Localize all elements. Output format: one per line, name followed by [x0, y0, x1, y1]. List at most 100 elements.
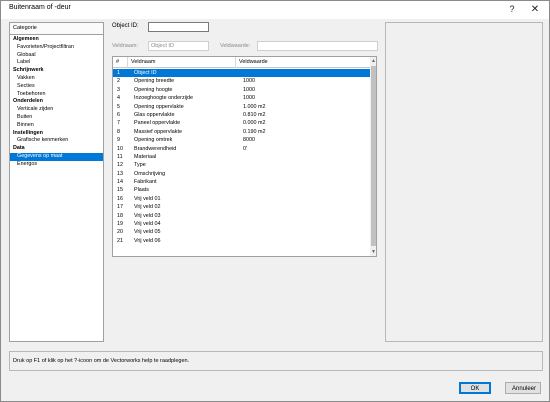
row-veldnaam: Opening hoogte	[134, 86, 173, 93]
cancel-button[interactable]: Annuleer	[505, 382, 541, 394]
veldwaarde-input[interactable]	[257, 41, 378, 51]
table-row[interactable]: 11 Materiaal	[113, 153, 370, 161]
table-scrollbar[interactable]: ▲ ▼	[370, 57, 376, 256]
table-row[interactable]: 21 Vrij veld 06	[113, 237, 370, 245]
row-veldnaam: Materiaal	[134, 153, 157, 160]
table-row[interactable]: 2 Opening breedte 1000	[113, 77, 370, 85]
category-item[interactable]: Toebehoren	[10, 91, 103, 99]
category-group[interactable]: Instellingen	[10, 130, 103, 138]
column-header-veldnaam[interactable]: Veldnaam	[128, 57, 236, 68]
category-item[interactable]: Energos	[10, 161, 103, 169]
table-row[interactable]: 9 Opening omtrek 8000	[113, 136, 370, 144]
object-id-label: Object ID:	[112, 23, 139, 29]
category-header[interactable]: Categorie	[10, 23, 103, 35]
row-veldwaarde: 1000	[243, 95, 255, 102]
scroll-thumb[interactable]	[371, 66, 376, 246]
table-row[interactable]: 15 Plaats	[113, 186, 370, 194]
row-number: 10	[117, 145, 123, 152]
table-row[interactable]: 19 Vrij veld 04	[113, 220, 370, 228]
row-number: 2	[117, 78, 120, 85]
row-veldnaam: Vrij veld 06	[134, 237, 161, 244]
row-number: 21	[117, 237, 123, 244]
row-veldnaam: Opening omtrek	[134, 137, 173, 144]
row-number: 11	[117, 153, 123, 160]
ok-button[interactable]: OK	[459, 382, 491, 394]
table-row[interactable]: 17 Vrij veld 02	[113, 203, 370, 211]
row-veldnaam: Vrij veld 05	[134, 229, 161, 236]
column-header-veldwaarde[interactable]: Veldwaarde	[236, 57, 370, 68]
row-number: 13	[117, 170, 123, 177]
row-number: 18	[117, 212, 123, 219]
category-group[interactable]: Data	[10, 145, 103, 153]
object-id-input[interactable]	[148, 22, 209, 32]
category-item[interactable]: Favorieten/Projectfiltran	[10, 44, 103, 52]
row-number: 16	[117, 195, 123, 202]
category-item[interactable]: Grafische kenmerken	[10, 137, 103, 145]
category-item[interactable]: Secties	[10, 83, 103, 91]
row-veldnaam: Opening oppervlakte	[134, 103, 184, 110]
row-number: 19	[117, 221, 123, 228]
veldnaam-label: Veldnaam:	[112, 43, 138, 49]
category-group[interactable]: Schrijnwerk	[10, 67, 103, 75]
category-group[interactable]: Onderdelen	[10, 98, 103, 106]
column-header-number[interactable]: #	[113, 57, 128, 68]
row-veldnaam: Opening breedte	[134, 78, 175, 85]
table-row[interactable]: 5 Opening oppervlakte 1.000 m2	[113, 103, 370, 111]
table-row[interactable]: 6 Glas oppervlakte 0.810 m2	[113, 111, 370, 119]
category-item[interactable]: Gegevens op maat	[10, 152, 103, 161]
row-number: 3	[117, 86, 120, 93]
category-item[interactable]: Binnen	[10, 122, 103, 130]
preview-panel	[385, 22, 543, 342]
help-icon[interactable]: ?	[501, 2, 523, 17]
row-veldnaam: Omschrijving	[134, 170, 166, 177]
row-number: 1	[117, 70, 120, 76]
table-row[interactable]: 13 Omschrijving	[113, 170, 370, 178]
category-items: Algemeen Favorieten/Projectfiltran Globaal…	[10, 35, 103, 169]
row-veldwaarde: 0'	[243, 145, 248, 152]
window-title: Buitenraam of -deur	[9, 4, 71, 11]
table-row[interactable]: 12 Type	[113, 161, 370, 169]
table-row[interactable]: 7 Paneel oppervlakte 0.000 m2	[113, 119, 370, 127]
row-veldnaam: Vrij veld 03	[134, 212, 161, 219]
scroll-down-icon[interactable]: ▼	[370, 248, 376, 256]
table-row[interactable]: 16 Vrij veld 01	[113, 195, 370, 203]
table-row[interactable]: 8 Massief oppervlakte 0.190 m2	[113, 128, 370, 136]
table-row[interactable]: 1 Object ID	[113, 69, 370, 78]
row-number: 14	[117, 179, 123, 186]
table-row[interactable]: 14 Fabrikant	[113, 178, 370, 186]
category-item[interactable]: Label	[10, 59, 103, 67]
table-body: 1 Object ID 2 Opening breedte 1000 3 Opening h…	[113, 69, 370, 245]
table-row[interactable]: 3 Opening hoogte 1000	[113, 86, 370, 94]
title-bar: Buitenraam of -deur ? ✕	[1, 1, 549, 19]
row-veldnaam: Vrij veld 04	[134, 221, 161, 228]
row-veldnaam: Object ID	[134, 70, 157, 76]
category-item[interactable]: Buiten	[10, 114, 103, 122]
row-veldnaam: Vrij veld 01	[134, 195, 161, 202]
close-icon[interactable]: ✕	[524, 2, 546, 17]
row-number: 12	[117, 162, 123, 169]
row-veldnaam: Brandwerendheid	[134, 145, 177, 152]
row-number: 20	[117, 229, 123, 236]
category-list: Categorie Algemeen Favorieten/Projectfilt…	[9, 22, 104, 342]
category-item[interactable]: Verticale zijden	[10, 106, 103, 114]
table-row[interactable]: 10 Brandwerendheid 0'	[113, 145, 370, 153]
table-row[interactable]: 20 Vrij veld 05	[113, 228, 370, 236]
fields-table: # Veldnaam Veldwaarde 1 Object ID 2 Opening…	[112, 56, 377, 257]
row-veldnaam: Fabrikant	[134, 179, 157, 186]
category-item[interactable]: Vakken	[10, 75, 103, 83]
category-item[interactable]: Globaal	[10, 52, 103, 60]
row-veldwaarde: 1.000 m2	[243, 103, 266, 110]
table-row[interactable]: 4 Inzoeghoogte onderzijde 1000	[113, 94, 370, 102]
row-veldwaarde: 1000	[243, 86, 255, 93]
veldwaarde-label: Veldwaarde:	[220, 43, 251, 49]
row-veldnaam: Massief oppervlakte	[134, 128, 182, 135]
dialog-window: Buitenraam of -deur ? ✕ Categorie Algeme…	[0, 0, 550, 402]
veldnaam-input[interactable]: Object ID	[148, 41, 209, 51]
category-group[interactable]: Algemeen	[10, 36, 103, 44]
table-row[interactable]: 18 Vrij veld 03	[113, 212, 370, 220]
scroll-up-icon[interactable]: ▲	[370, 57, 376, 65]
row-number: 4	[117, 95, 120, 102]
table-header: # Veldnaam Veldwaarde	[113, 57, 370, 68]
row-veldnaam: Plaats	[134, 187, 149, 194]
row-veldnaam: Type	[134, 162, 146, 169]
